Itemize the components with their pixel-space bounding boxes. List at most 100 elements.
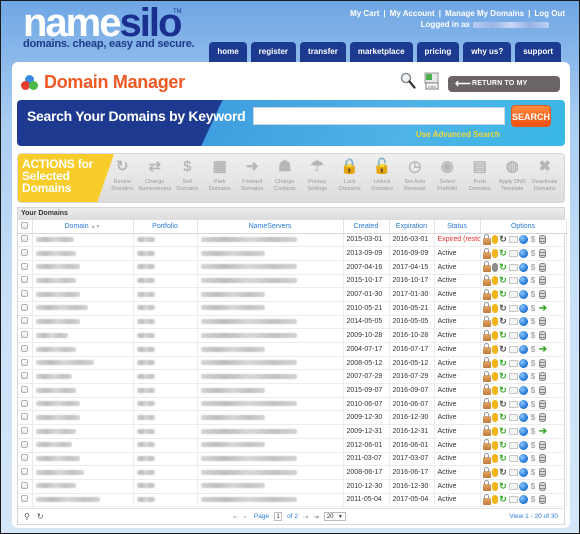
dns-globe-icon[interactable]: [518, 331, 528, 341]
action-change-nameservers[interactable]: ⇄ Change Nameservers: [138, 157, 171, 192]
page-size-select[interactable]: 20: [323, 512, 346, 521]
row-checkbox[interactable]: [21, 426, 29, 434]
column-expiration[interactable]: Expiration: [389, 220, 435, 234]
dns-globe-icon[interactable]: [518, 426, 528, 436]
first-page-icon[interactable]: ⇤: [233, 513, 238, 521]
my-cart-link[interactable]: My Cart: [350, 9, 379, 18]
lock-icon[interactable]: [482, 261, 491, 273]
next-page-icon[interactable]: ⇢: [303, 513, 308, 521]
domain-cell[interactable]: [32, 452, 134, 467]
sell-dollar-icon[interactable]: $: [529, 331, 538, 341]
renew-icon[interactable]: ↻: [499, 303, 508, 313]
table-row[interactable]: 2012-06-01 2016-06-01 Active ↻ $: [18, 438, 567, 453]
privacy-icon[interactable]: [491, 303, 498, 313]
column-nameservers[interactable]: NameServers: [197, 220, 344, 234]
table-row[interactable]: 2010-05-21 2016-05-21 Active ↻ $ ➔: [18, 301, 567, 316]
table-row[interactable]: 2008-06-17 2016-06-17 Active ↻ $: [18, 465, 567, 480]
sell-dollar-icon[interactable]: $: [529, 262, 538, 272]
row-checkbox[interactable]: [21, 468, 29, 476]
lock-icon[interactable]: [482, 452, 491, 464]
table-row[interactable]: 2014-05-05 2016-05-05 Active ↻ $: [18, 315, 567, 330]
domain-cell[interactable]: [32, 246, 134, 261]
sell-dollar-icon[interactable]: $: [529, 276, 538, 286]
lock-icon[interactable]: [482, 439, 491, 451]
lock-icon[interactable]: [482, 274, 491, 286]
dns-globe-icon[interactable]: [518, 385, 528, 395]
nav-transfer[interactable]: transfer: [300, 42, 346, 62]
search-magnifier-icon[interactable]: [400, 72, 416, 90]
row-checkbox[interactable]: [21, 454, 29, 462]
row-checkbox[interactable]: [21, 276, 29, 284]
log-out-link[interactable]: Log Out: [534, 9, 565, 18]
sell-dollar-icon[interactable]: $: [529, 413, 538, 423]
dns-globe-icon[interactable]: [518, 468, 528, 478]
action-park[interactable]: ▦ Park Domains: [204, 157, 237, 192]
lock-icon[interactable]: [482, 411, 491, 423]
renew-icon[interactable]: ↻: [499, 275, 508, 286]
privacy-icon[interactable]: [491, 317, 498, 327]
table-row[interactable]: 2004-07-17 2016-07-17 Active ↻ $ ➔: [18, 342, 567, 357]
sell-dollar-icon[interactable]: $: [529, 317, 538, 327]
forward-arrow-icon[interactable]: ➔: [539, 426, 548, 437]
domain-cell[interactable]: [32, 397, 134, 412]
database-icon[interactable]: [538, 262, 546, 272]
action-dns-template[interactable]: ◍ Apply DNS Template: [496, 157, 529, 192]
database-icon[interactable]: [538, 385, 546, 395]
search-button[interactable]: SEARCH: [511, 105, 551, 127]
dns-globe-icon[interactable]: [518, 249, 528, 259]
email-icon[interactable]: [508, 400, 518, 408]
table-row[interactable]: 2009-12-30 2016-12-30 Active ↻ $: [18, 410, 567, 426]
nav-home[interactable]: home: [209, 42, 247, 62]
privacy-icon[interactable]: [491, 426, 498, 436]
row-checkbox[interactable]: [21, 385, 29, 393]
table-row[interactable]: 2010-12-30 2016-12-30 Active ↻ $: [18, 479, 567, 494]
privacy-icon[interactable]: [491, 468, 498, 478]
table-row[interactable]: 2015-03-01 2016-03-01 Expired (restor ↻ $: [18, 233, 567, 248]
table-row[interactable]: 2011-05-04 2017-05-04 Active ↻ $: [18, 493, 567, 508]
domain-cell[interactable]: [32, 287, 134, 302]
sell-dollar-icon[interactable]: $: [529, 468, 538, 478]
row-checkbox[interactable]: [21, 344, 29, 352]
dns-globe-icon[interactable]: [518, 317, 528, 327]
domain-cell[interactable]: [32, 493, 134, 508]
privacy-icon[interactable]: [491, 331, 498, 341]
privacy-icon[interactable]: [491, 385, 498, 395]
dns-globe-icon[interactable]: [518, 262, 528, 272]
database-icon[interactable]: [538, 440, 546, 450]
sell-dollar-icon[interactable]: $: [529, 303, 538, 313]
email-icon[interactable]: [508, 236, 518, 244]
privacy-icon[interactable]: [491, 235, 498, 245]
table-row[interactable]: 2007-04-16 2017-04-15 Active ↻ $: [18, 260, 567, 275]
domain-cell[interactable]: [32, 315, 134, 330]
column-portfolio[interactable]: Portfolio: [133, 220, 198, 234]
privacy-icon[interactable]: [491, 495, 498, 505]
email-icon[interactable]: [508, 304, 518, 312]
table-row[interactable]: 2015-09-07 2016-09-07 Active ↻ $: [18, 383, 567, 398]
row-checkbox[interactable]: [21, 262, 29, 270]
row-checkbox[interactable]: [21, 235, 29, 243]
lock-icon[interactable]: [482, 425, 491, 437]
renew-icon[interactable]: ↻: [499, 481, 508, 491]
forward-arrow-icon[interactable]: ➔: [539, 344, 548, 355]
domain-cell[interactable]: [32, 383, 134, 398]
privacy-icon[interactable]: [491, 372, 498, 382]
dns-globe-icon[interactable]: [518, 440, 528, 450]
renew-icon[interactable]: ↻: [499, 440, 508, 450]
database-icon[interactable]: [538, 481, 546, 491]
renew-icon[interactable]: ↻: [499, 385, 508, 395]
renew-icon[interactable]: ↻: [499, 289, 508, 300]
email-icon[interactable]: [508, 263, 518, 271]
domain-cell[interactable]: [32, 328, 134, 343]
database-icon[interactable]: [538, 454, 546, 464]
action-lock[interactable]: 🔒 Lock Domains: [334, 157, 367, 192]
privacy-icon[interactable]: [491, 481, 498, 491]
lock-icon[interactable]: [482, 480, 491, 492]
table-row[interactable]: 2013-09-09 2016-09-09 Active ↻ $: [18, 246, 567, 261]
database-icon[interactable]: [538, 276, 546, 286]
database-icon[interactable]: [538, 399, 546, 409]
refresh-icon[interactable]: ↻: [37, 512, 44, 521]
row-checkbox[interactable]: [21, 399, 29, 407]
nav-register[interactable]: register: [250, 42, 297, 62]
dns-globe-icon[interactable]: [518, 495, 528, 505]
domain-cell[interactable]: [32, 260, 134, 275]
